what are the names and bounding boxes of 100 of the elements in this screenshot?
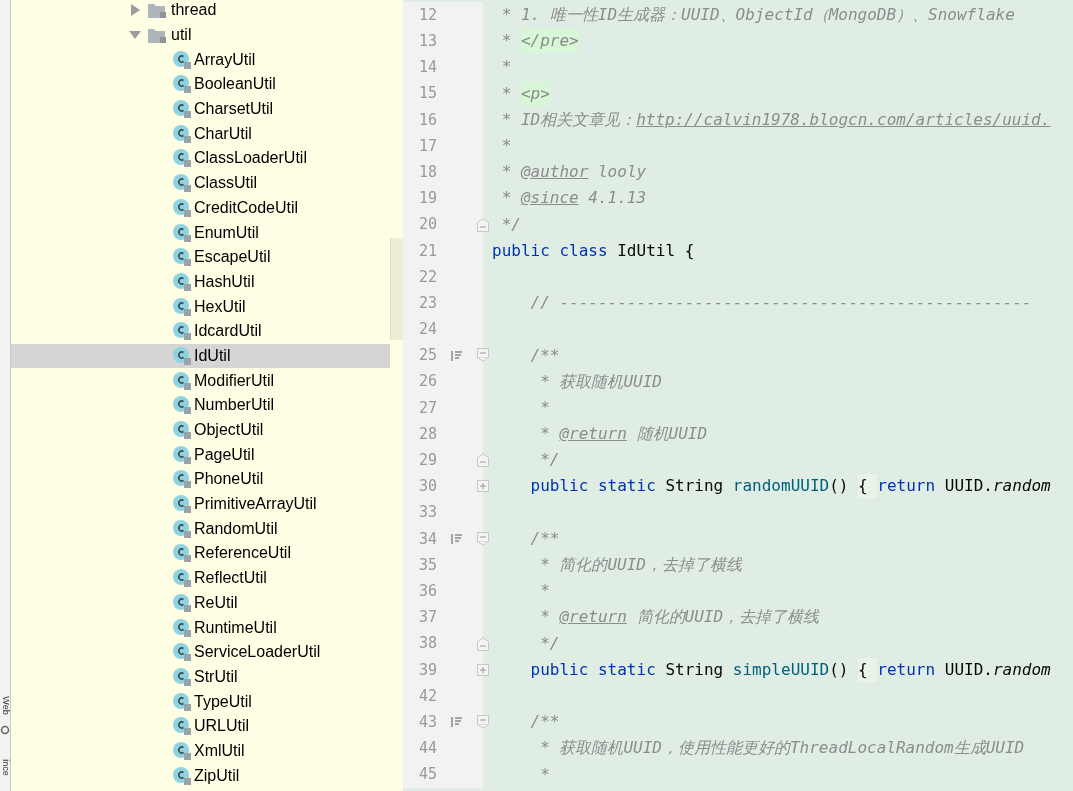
class-icon [172,642,192,663]
tree-item[interactable]: ServiceLoaderUtil [11,639,390,665]
code-comment: */ [500,213,521,236]
tree-item[interactable]: thread [11,0,390,23]
class-icon [172,518,192,539]
code-keyword: return [877,658,937,681]
code-comment: * [539,580,550,603]
code-comment: * 1. 唯一性ID生成器：UUID、ObjectId（MongoDB）、Snowflake [500,4,1015,27]
side-tab[interactable]: Web [0,695,10,715]
class-icon [172,99,192,120]
doc-tag: @return [559,605,627,630]
class-icon [172,222,192,243]
tree-item[interactable]: CharsetUtil [11,96,390,122]
tree-item[interactable]: HexUtil [11,294,390,319]
line-number: 27 [417,397,437,419]
class-icon [172,148,192,169]
line-number: 25 [417,345,437,367]
tree-item[interactable]: ArrayUtil [11,47,390,73]
tree-item[interactable]: TypeUtil [11,689,390,714]
class-icon [172,543,192,564]
line-number: 17 [417,135,437,157]
class-icon [172,321,192,342]
tree-item[interactable]: URLUtil [11,713,390,739]
line-number: 21 [417,240,437,262]
tree-item[interactable]: NumberUtil [11,393,390,418]
line-number: 24 [417,319,437,341]
code-comment: * [500,82,513,105]
class-icon [172,49,192,70]
tree-label: PhoneUtil [194,469,264,490]
tree-label: CreditCodeUtil [194,197,299,218]
code-comment: // ------------------------------------------------- [529,292,1032,315]
tree-item[interactable]: XmlUtil [11,738,390,764]
tree-item[interactable]: ObjectUtil [11,417,390,443]
code-comment: 随机UUID [635,423,708,446]
tree-item[interactable]: ReUtil [11,590,390,616]
tree-label: EscapeUtil [194,247,271,268]
line-number: 19 [417,188,437,210]
tree-label: ZipUtil [194,765,240,786]
tree-item[interactable]: ReflectUtil [11,565,390,591]
tree-label: IdUtil [194,345,231,366]
line-number: 13 [417,31,437,53]
tree-item[interactable]: ModifierUtil [11,368,390,393]
code-comment: * [539,763,550,786]
class-icon [172,247,192,268]
doc-tag: @author [520,160,589,185]
tree-item[interactable]: HashUtil [11,269,390,295]
tree-item[interactable]: IdcardUtil [11,318,390,344]
tree-label: HexUtil [194,296,246,317]
doc-tag: @return [559,422,627,447]
tree-label: IdcardUtil [194,321,262,342]
line-number: 34 [417,528,437,550]
code-comment: * [500,56,512,79]
code-comment: /** [529,527,560,550]
tree-item[interactable]: StrUtil [11,664,390,690]
tree-item[interactable]: PhoneUtil [11,467,390,492]
tree-item[interactable]: EscapeUtil [11,244,390,270]
tree-label: EnumUtil [194,222,259,243]
tree-item[interactable]: CreditCodeUtil [11,195,390,221]
code-text: () [829,475,850,498]
scrollbar[interactable] [390,238,403,340]
folder-icon [147,26,167,45]
class-icon [172,469,192,490]
line-number: 33 [417,502,437,524]
tree-item[interactable]: util [11,22,390,48]
side-tab[interactable]: ince [0,758,10,776]
class-icon [172,740,192,761]
class-icon [172,765,192,786]
tree-item[interactable]: PageUtil [11,442,390,468]
tree-label: RuntimeUtil [194,617,277,638]
tree-label: thread [171,0,217,21]
tree-label: StrUtil [194,666,238,687]
tree-label: HashUtil [194,271,255,292]
tree-label: CharsetUtil [194,99,274,120]
tree-label: RandomUtil [194,518,278,539]
tree-item[interactable]: BooleanUtil [11,72,390,97]
code-text: String [665,658,725,681]
tree-item[interactable]: IdUtil [11,343,390,369]
tree-item[interactable]: ZipUtil [11,763,390,788]
tree-label: TypeUtil [194,691,252,712]
tree-item[interactable]: ClassLoaderUtil [11,146,390,171]
tree-item[interactable]: RuntimeUtil [11,615,390,640]
tree-item[interactable]: RandomUtil [11,516,390,542]
tree-item[interactable]: ReferenceUtil [11,541,390,566]
line-number: 14 [417,57,437,79]
code-comment: * [539,606,551,629]
code-text: String [665,475,725,498]
class-icon [172,568,192,589]
code-comment: * [539,423,551,446]
tree-item[interactable]: ClassUtil [11,170,390,196]
code-keyword: public static [529,475,657,498]
tree-label: CharUtil [194,123,252,144]
line-number: 20 [417,214,437,236]
class-icon [172,173,192,194]
line-number: 12 [417,4,437,26]
tree-label: URLUtil [194,716,250,737]
tree-item[interactable]: PrimitiveArrayUtil [11,491,390,517]
class-icon [172,395,192,416]
tree-item[interactable]: CharUtil [11,121,390,147]
tree-item[interactable]: EnumUtil [11,220,390,245]
code-comment: * 获取随机UUID [539,370,662,393]
